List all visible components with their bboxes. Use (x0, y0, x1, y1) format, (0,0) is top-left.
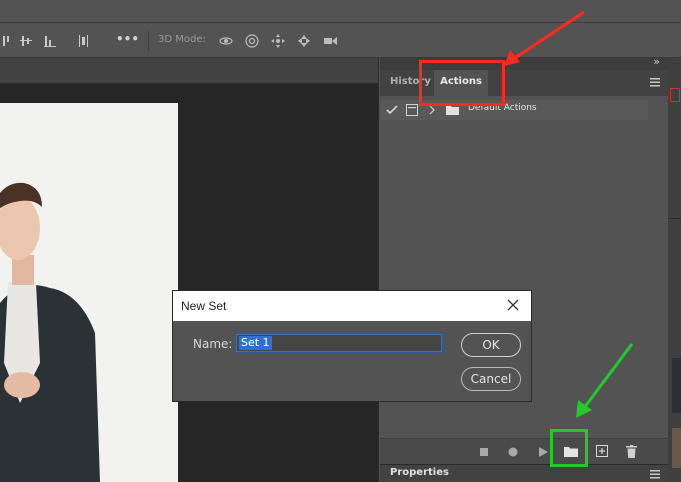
record-icon[interactable] (508, 447, 518, 457)
align-top-icon[interactable] (0, 33, 16, 49)
pan-3d-icon[interactable] (270, 33, 286, 49)
document-tab-bar (0, 58, 378, 84)
cancel-button[interactable]: Cancel (461, 367, 521, 391)
properties-menu-icon[interactable] (650, 470, 660, 479)
thumbnail-preview-2 (672, 428, 681, 468)
slide-3d-icon[interactable] (296, 33, 312, 49)
dialog-title: New Set (181, 299, 227, 313)
dialog-title-bar: New Set (173, 291, 531, 321)
expand-arrow-icon[interactable] (428, 105, 436, 115)
stop-icon[interactable] (480, 448, 488, 456)
ok-button[interactable]: OK (461, 333, 521, 357)
new-action-icon[interactable] (596, 445, 608, 457)
folder-icon (446, 106, 459, 115)
name-input-value: Set 1 (239, 336, 272, 350)
more-icon[interactable]: ••• (116, 32, 139, 48)
roll-3d-icon[interactable] (244, 33, 260, 49)
portrait-photo (0, 103, 178, 482)
green-arrow-icon (576, 343, 634, 418)
orbit-3d-icon[interactable] (218, 33, 234, 49)
checkmark-icon[interactable] (386, 105, 398, 115)
scale-3d-icon[interactable] (322, 33, 338, 49)
red-arrow-icon (504, 10, 585, 66)
close-icon[interactable] (505, 297, 521, 313)
collapse-icon[interactable]: » (653, 55, 660, 68)
thumbnail-preview (672, 358, 681, 413)
far-right-panel-strip (668, 58, 681, 482)
new-set-dialog: New Set Name: Set 1 OK Cancel (172, 290, 532, 402)
hamburger-icon[interactable] (650, 78, 660, 87)
properties-panel-tab: Properties (380, 464, 668, 482)
trash-icon[interactable] (626, 445, 637, 458)
red-highlight-box (419, 60, 505, 106)
align-vcenter-icon[interactable] (18, 33, 34, 49)
play-icon[interactable] (538, 447, 548, 457)
dialog-toggle-icon[interactable] (406, 104, 418, 116)
3d-mode-label: 3D Mode: (158, 34, 206, 45)
distribute-icon[interactable] (76, 33, 92, 49)
align-bottom-icon[interactable] (42, 33, 58, 49)
name-label: Name: (193, 337, 233, 351)
properties-label[interactable]: Properties (390, 467, 449, 478)
green-highlight-box (550, 429, 588, 467)
name-input[interactable]: Set 1 (235, 333, 443, 353)
color-swatch-icon[interactable] (670, 88, 680, 102)
actions-panel-footer (380, 438, 668, 464)
